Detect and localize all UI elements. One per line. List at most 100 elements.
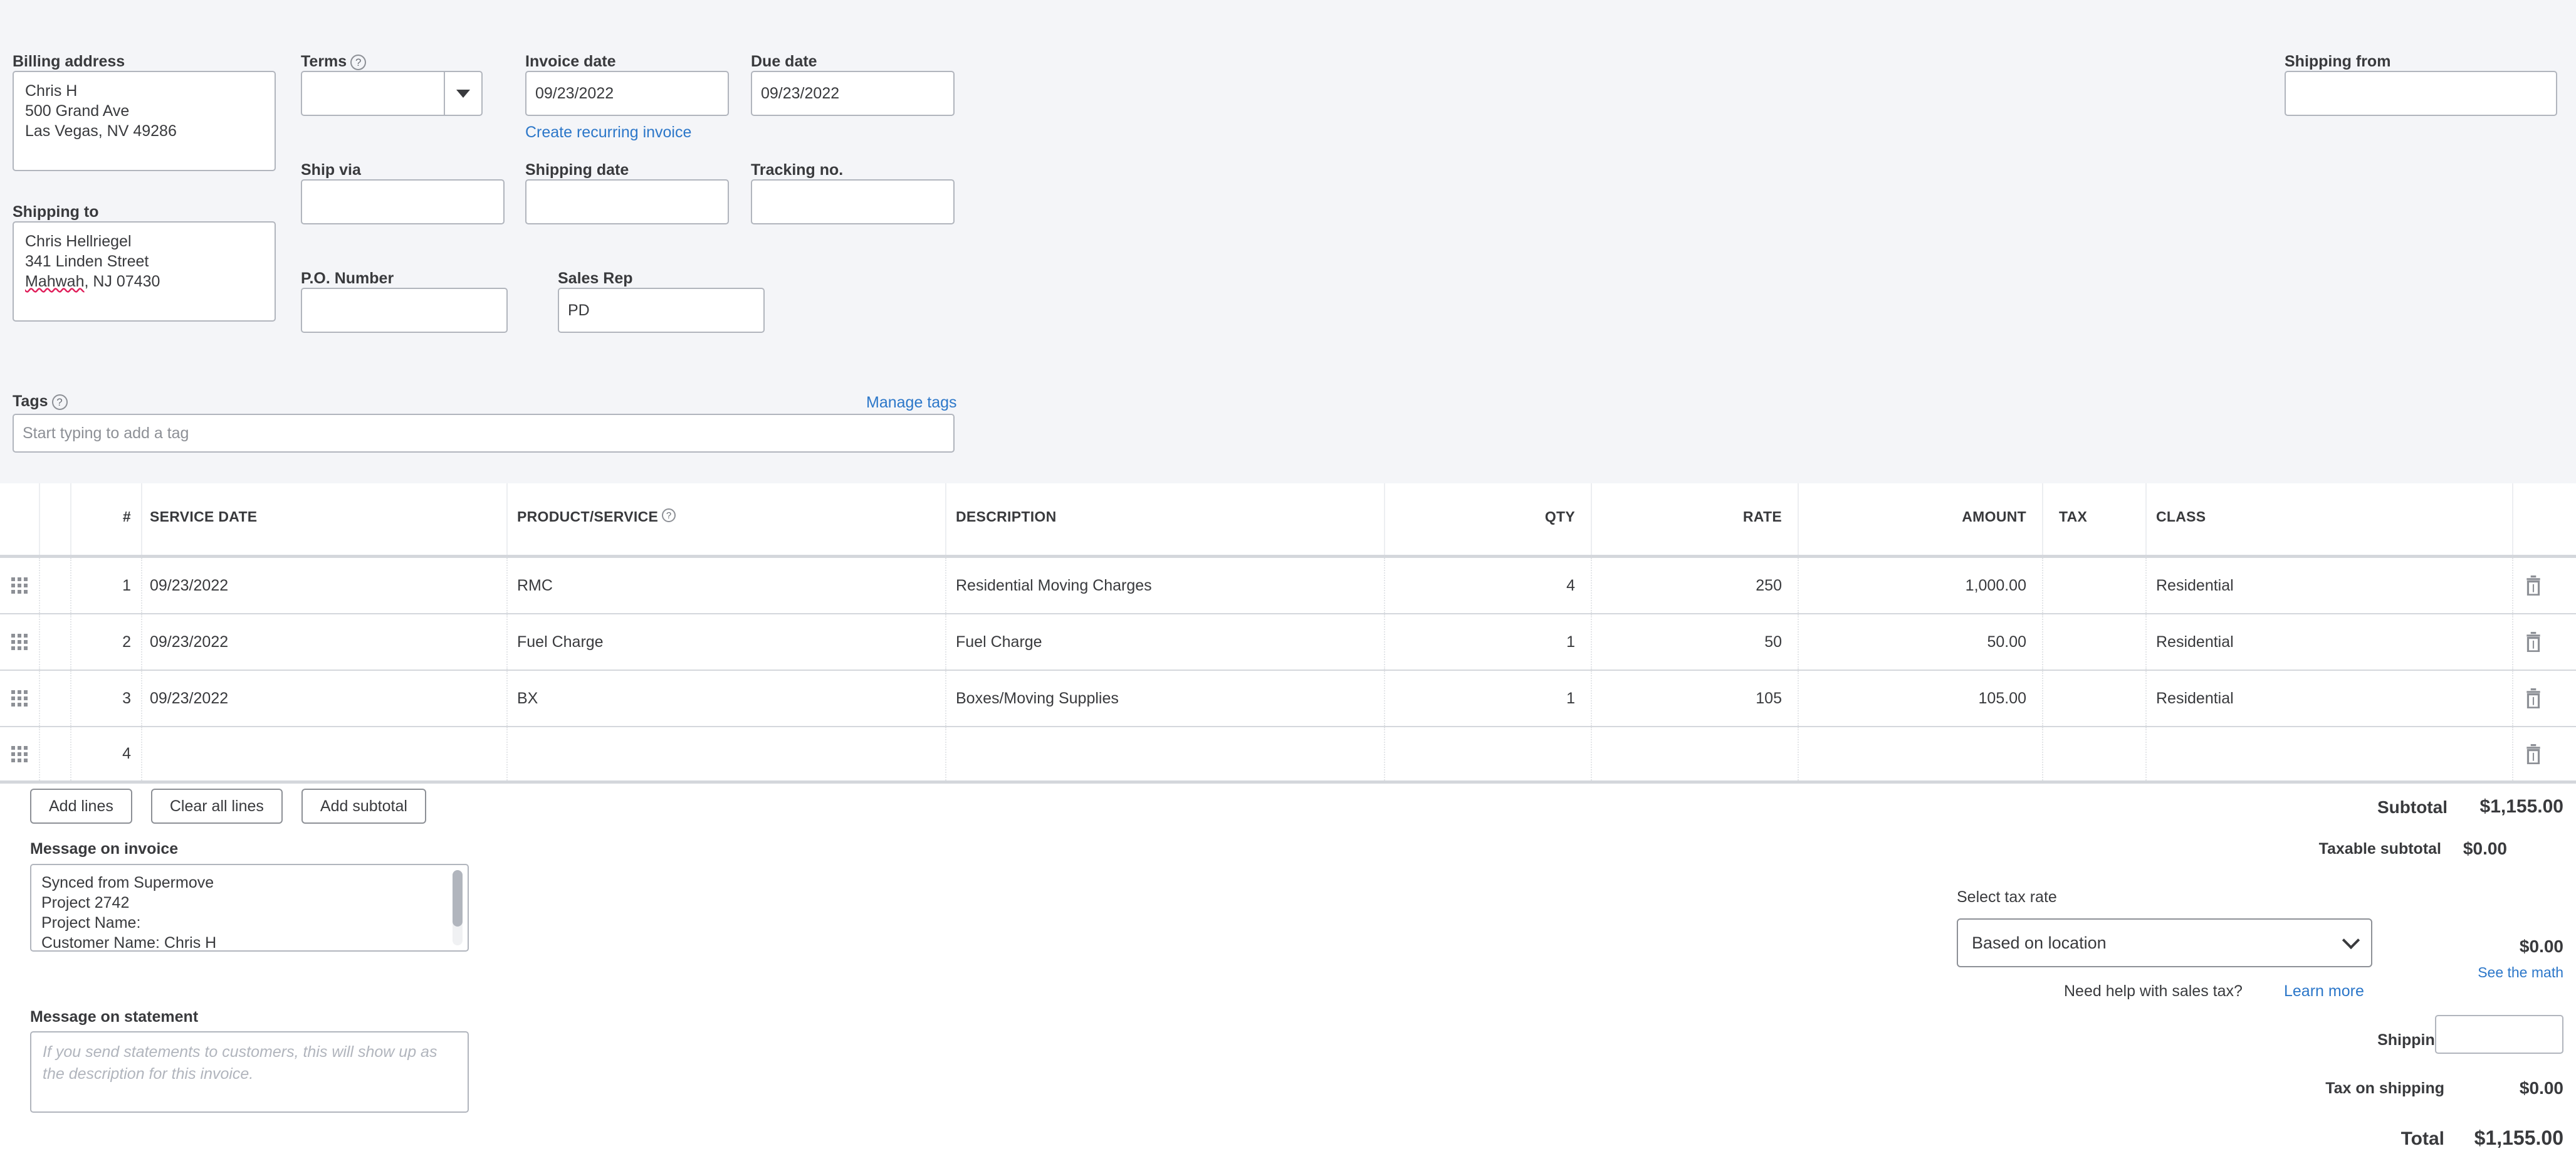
add-subtotal-button[interactable]: Add subtotal: [301, 789, 426, 824]
row-rate[interactable]: [1591, 727, 1798, 780]
shipping-to-field[interactable]: Chris Hellriegel 341 Linden Street Mahwah,…: [13, 221, 276, 322]
terms-dropdown[interactable]: [301, 71, 483, 116]
row-tax[interactable]: [2042, 671, 2145, 726]
row-delete-button[interactable]: [2512, 671, 2576, 726]
row-qty[interactable]: 1: [1384, 614, 1591, 670]
subtotal-label: Subtotal: [2377, 797, 2448, 817]
sales-rep-input[interactable]: PD: [558, 288, 765, 333]
row-handle-spacer: [39, 671, 70, 726]
shipping-date-input[interactable]: [525, 179, 729, 224]
tags-input[interactable]: Start typing to add a tag: [13, 414, 955, 453]
row-rate[interactable]: 105: [1591, 671, 1798, 726]
row-product-service[interactable]: Fuel Charge: [506, 614, 945, 670]
shipping-date-label: Shipping date: [525, 161, 629, 179]
due-date-input[interactable]: 09/23/2022: [751, 71, 955, 116]
drag-handle-icon[interactable]: [11, 745, 28, 762]
row-qty[interactable]: [1384, 727, 1591, 780]
learn-more-link[interactable]: Learn more: [2284, 982, 2364, 1001]
row-service-date[interactable]: 09/23/2022: [141, 671, 506, 726]
row-qty[interactable]: 1: [1384, 671, 1591, 726]
manage-tags-link[interactable]: Manage tags: [866, 394, 957, 412]
row-description[interactable]: [945, 727, 1384, 780]
clear-all-lines-button[interactable]: Clear all lines: [150, 789, 283, 824]
row-class[interactable]: Residential: [2145, 671, 2512, 726]
row-amount[interactable]: 105.00: [1798, 671, 2042, 726]
drag-handle-icon[interactable]: [11, 690, 28, 707]
terms-input[interactable]: [301, 71, 444, 116]
row-class[interactable]: [2145, 727, 2512, 780]
taxable-subtotal-value: $0.00: [2463, 839, 2507, 858]
tax-rate-select[interactable]: Based on location: [1957, 918, 2372, 967]
table-row[interactable]: 3 09/23/2022 BX Boxes/Moving Supplies 1 105 10…: [0, 671, 2576, 727]
billing-address-field[interactable]: Chris H 500 Grand Ave Las Vegas, NV 4928…: [13, 71, 276, 171]
row-product-service[interactable]: BX: [506, 671, 945, 726]
th-handle-spacer: [39, 483, 70, 555]
shipping-input[interactable]: [2435, 1015, 2563, 1054]
row-service-date[interactable]: 09/23/2022: [141, 614, 506, 670]
th-product-service: PRODUCT/SERVICE?: [506, 483, 945, 555]
row-tax[interactable]: [2042, 727, 2145, 780]
row-drag-handle[interactable]: [0, 671, 39, 726]
row-drag-handle[interactable]: [0, 558, 39, 613]
row-delete-button[interactable]: [2512, 614, 2576, 670]
table-row[interactable]: 2 09/23/2022 Fuel Charge Fuel Charge 1 50 50.0…: [0, 614, 2576, 671]
create-recurring-invoice-link[interactable]: Create recurring invoice: [525, 123, 691, 142]
line-actions-toolbar: Add lines Clear all lines Add subtotal: [30, 789, 426, 824]
row-drag-handle[interactable]: [0, 614, 39, 670]
row-description[interactable]: Residential Moving Charges: [945, 558, 1384, 613]
tax-amount-value: $0.00: [2519, 937, 2563, 956]
row-rate[interactable]: 250: [1591, 558, 1798, 613]
row-class[interactable]: Residential: [2145, 558, 2512, 613]
ship-via-label: Ship via: [301, 161, 361, 179]
row-service-date[interactable]: [141, 727, 506, 780]
ship-via-input[interactable]: [301, 179, 505, 224]
row-delete-button[interactable]: [2512, 558, 2576, 613]
table-row[interactable]: 4: [0, 727, 2576, 784]
th-class: CLASS: [2145, 483, 2512, 555]
row-qty[interactable]: 4: [1384, 558, 1591, 613]
shipping-to-line2: 341 Linden Street: [25, 253, 149, 270]
po-number-label: P.O. Number: [301, 270, 394, 287]
help-icon[interactable]: ?: [350, 55, 367, 70]
row-tax[interactable]: [2042, 558, 2145, 613]
drag-handle-icon[interactable]: [11, 634, 28, 650]
row-tax[interactable]: [2042, 614, 2145, 670]
po-number-input[interactable]: [301, 288, 508, 333]
row-description[interactable]: Boxes/Moving Supplies: [945, 671, 1384, 726]
row-class[interactable]: Residential: [2145, 614, 2512, 670]
shipping-to-line1: Chris Hellriegel: [25, 233, 132, 250]
message-on-invoice-scrollbar[interactable]: [453, 870, 463, 945]
th-description: DESCRIPTION: [945, 483, 1384, 555]
tracking-no-input[interactable]: [751, 179, 955, 224]
row-drag-handle[interactable]: [0, 727, 39, 780]
table-row[interactable]: 1 09/23/2022 RMC Residential Moving Charges…: [0, 558, 2576, 614]
shipping-from-input[interactable]: [2285, 71, 2557, 116]
row-amount[interactable]: 1,000.00: [1798, 558, 2042, 613]
see-the-math-link[interactable]: See the math: [2426, 964, 2563, 981]
row-amount[interactable]: [1798, 727, 2042, 780]
row-product-service[interactable]: [506, 727, 945, 780]
line-items-table: # SERVICE DATE PRODUCT/SERVICE? DESCRIPT…: [0, 483, 2576, 784]
row-rate[interactable]: 50: [1591, 614, 1798, 670]
row-delete-button[interactable]: [2512, 727, 2576, 780]
th-service-date: SERVICE DATE: [141, 483, 506, 555]
terms-dropdown-button[interactable]: [444, 71, 483, 116]
th-number: #: [70, 483, 141, 555]
row-service-date[interactable]: 09/23/2022: [141, 558, 506, 613]
billing-address-label: Billing address: [13, 53, 125, 70]
shipping-from-label: Shipping from: [2285, 53, 2391, 70]
message-on-statement-textarea[interactable]: If you send statements to customers, thi…: [30, 1031, 469, 1113]
help-icon[interactable]: ?: [51, 394, 68, 410]
th-actions-spacer: [2512, 483, 2576, 555]
tax-rate-selected-value: Based on location: [1972, 933, 2107, 952]
drag-handle-icon[interactable]: [11, 577, 28, 594]
add-lines-button[interactable]: Add lines: [30, 789, 132, 824]
invoice-date-input[interactable]: 09/23/2022: [525, 71, 729, 116]
message-on-invoice-textarea[interactable]: Synced from Supermove Project 2742 Proje…: [30, 864, 469, 952]
row-description[interactable]: Fuel Charge: [945, 614, 1384, 670]
shipping-to-label: Shipping to: [13, 203, 99, 221]
row-amount[interactable]: 50.00: [1798, 614, 2042, 670]
row-product-service[interactable]: RMC: [506, 558, 945, 613]
taxable-subtotal-label: Taxable subtotal: [2318, 840, 2441, 858]
help-icon[interactable]: ?: [662, 508, 676, 522]
